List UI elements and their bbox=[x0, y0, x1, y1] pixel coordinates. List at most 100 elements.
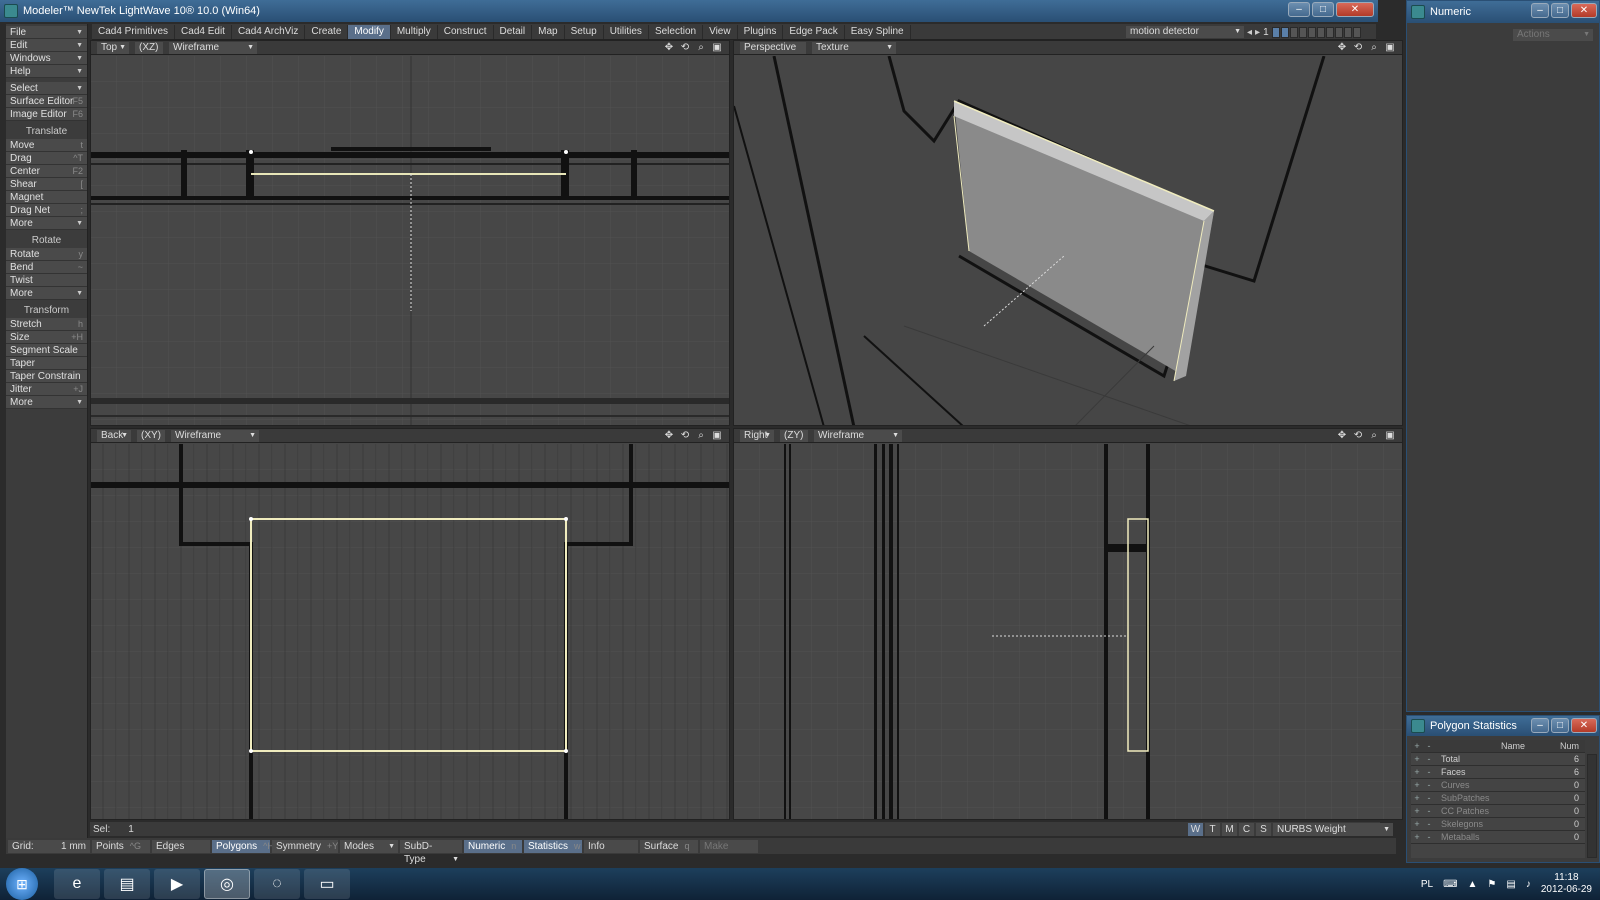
numeric-close-button[interactable]: ✕ bbox=[1571, 3, 1597, 18]
tab-setup[interactable]: Setup bbox=[565, 24, 604, 39]
remove-icon[interactable]: - bbox=[1423, 779, 1435, 791]
add-icon[interactable]: + bbox=[1411, 831, 1423, 843]
tab-cad4-primitives[interactable]: Cad4 Primitives bbox=[92, 24, 176, 39]
move-view-icon[interactable]: ✥ bbox=[1336, 430, 1348, 442]
layer-box[interactable] bbox=[1343, 26, 1352, 38]
tab-construct[interactable]: Construct bbox=[438, 24, 494, 39]
show-hidden-icons[interactable]: ▲ bbox=[1468, 879, 1478, 890]
w-toggle[interactable]: W bbox=[1188, 822, 1203, 836]
layer-prev-icon[interactable]: ◂ bbox=[1247, 27, 1252, 38]
top-view-canvas[interactable] bbox=[91, 56, 730, 426]
render-mode-select[interactable]: Wireframe bbox=[169, 41, 257, 54]
numeric-actions-select[interactable]: Actions bbox=[1513, 29, 1593, 41]
volume-icon[interactable]: ♪ bbox=[1526, 879, 1531, 890]
layer-box[interactable] bbox=[1325, 26, 1334, 38]
move-view-icon[interactable]: ✥ bbox=[1336, 42, 1348, 54]
symmetry-button[interactable]: Symmetry +Y bbox=[272, 839, 338, 853]
transform-more-button[interactable]: More bbox=[6, 396, 87, 409]
translate-drag-button[interactable]: Drag ^T bbox=[6, 152, 87, 165]
remove-icon[interactable]: - bbox=[1423, 831, 1435, 843]
maximize-view-icon[interactable]: ▣ bbox=[1384, 430, 1396, 442]
tab-cad4-edit[interactable]: Cad4 Edit bbox=[175, 24, 232, 39]
info-button[interactable]: Info bbox=[584, 839, 638, 853]
polygons-button[interactable]: Polygons ^H bbox=[212, 839, 274, 853]
stats-row[interactable]: + - Curves 0 bbox=[1411, 779, 1585, 792]
layer-box[interactable] bbox=[1334, 26, 1343, 38]
transform-jitter-button[interactable]: Jitter +J bbox=[6, 383, 87, 396]
viewport-right[interactable]: Right (ZY) Wireframe ✥ ⟲ ⌕ ▣ bbox=[733, 428, 1403, 820]
explorer-icon[interactable]: ▤ bbox=[104, 869, 150, 899]
vmap-select[interactable]: NURBS Weight bbox=[1273, 822, 1393, 836]
tool-surface-editor-button[interactable]: Surface Editor F5 bbox=[6, 95, 87, 108]
statistics-button[interactable]: Statistics w bbox=[524, 839, 582, 853]
keyboard-icon[interactable]: ⌨ bbox=[1443, 879, 1457, 890]
c-toggle[interactable]: C bbox=[1239, 822, 1254, 836]
viewport-top[interactable]: Top (XZ) Wireframe ✥ ⟲ ⌕ ▣ bbox=[90, 40, 730, 426]
tab-create[interactable]: Create bbox=[305, 24, 349, 39]
tab-edge-pack[interactable]: Edge Pack bbox=[783, 24, 845, 39]
stats-scrollbar[interactable] bbox=[1587, 754, 1597, 858]
stats-row[interactable]: + - Total 6 bbox=[1411, 753, 1585, 766]
perspective-canvas[interactable] bbox=[734, 56, 1403, 426]
render-mode-select[interactable]: Wireframe bbox=[814, 429, 902, 442]
ie-icon[interactable]: e bbox=[54, 869, 100, 899]
stats-row[interactable]: + - Faces 6 bbox=[1411, 766, 1585, 779]
tab-view[interactable]: View bbox=[703, 24, 738, 39]
translate-magnet-button[interactable]: Magnet bbox=[6, 191, 87, 204]
transform-stretch-button[interactable]: Stretch h bbox=[6, 318, 87, 331]
modes-button[interactable]: Modes bbox=[340, 839, 398, 853]
layer-select[interactable]: motion detector bbox=[1126, 26, 1244, 38]
clock[interactable]: 11:18 2012-06-29 bbox=[1541, 872, 1592, 896]
remove-icon[interactable]: - bbox=[1423, 818, 1435, 830]
layer-box[interactable] bbox=[1271, 26, 1280, 38]
rotate-view-icon[interactable]: ⟲ bbox=[1352, 42, 1364, 54]
numeric-minimize-button[interactable]: – bbox=[1531, 3, 1549, 18]
stats-close-button[interactable]: ✕ bbox=[1571, 718, 1597, 733]
zoom-view-icon[interactable]: ⌕ bbox=[695, 42, 707, 54]
numeric-maximize-button[interactable]: □ bbox=[1551, 3, 1569, 18]
zoom-view-icon[interactable]: ⌕ bbox=[695, 430, 707, 442]
axis-select[interactable]: (ZY) bbox=[780, 429, 808, 454]
move-view-icon[interactable]: ✥ bbox=[663, 430, 675, 442]
view-type-select[interactable]: Right bbox=[740, 429, 774, 442]
remove-icon[interactable]: - bbox=[1423, 753, 1435, 765]
rotate-bend-button[interactable]: Bend ~ bbox=[6, 261, 87, 274]
render-mode-select[interactable]: Wireframe bbox=[171, 429, 259, 442]
layer-box[interactable] bbox=[1289, 26, 1298, 38]
maximize-view-icon[interactable]: ▣ bbox=[1384, 42, 1396, 54]
maximize-view-icon[interactable]: ▣ bbox=[711, 430, 723, 442]
make-button[interactable]: Make bbox=[700, 839, 758, 853]
maximize-view-icon[interactable]: ▣ bbox=[711, 42, 723, 54]
stats-maximize-button[interactable]: □ bbox=[1551, 718, 1569, 733]
numeric-button[interactable]: Numeric n bbox=[464, 839, 522, 853]
edges-button[interactable]: Edges bbox=[152, 839, 210, 853]
add-icon[interactable]: + bbox=[1411, 753, 1423, 765]
stats-row[interactable]: + - CC Patches 0 bbox=[1411, 805, 1585, 818]
tool-select-button[interactable]: Select bbox=[6, 82, 87, 95]
translate-more-button[interactable]: More bbox=[6, 217, 87, 230]
add-icon[interactable]: + bbox=[1411, 779, 1423, 791]
menu-windows[interactable]: Windows bbox=[6, 52, 87, 65]
layer-box[interactable] bbox=[1280, 26, 1289, 38]
add-icon[interactable]: + bbox=[1411, 805, 1423, 817]
menu-file[interactable]: File bbox=[6, 26, 87, 39]
stats-row[interactable]: + - SubPatches 0 bbox=[1411, 792, 1585, 805]
axis-select[interactable]: (XZ) bbox=[135, 41, 163, 66]
zoom-view-icon[interactable]: ⌕ bbox=[1368, 430, 1380, 442]
view-type-select[interactable]: Back bbox=[97, 429, 131, 442]
layer-box[interactable] bbox=[1316, 26, 1325, 38]
points-button[interactable]: Points ^G bbox=[92, 839, 150, 853]
lightwave-icon[interactable]: ◎ bbox=[204, 869, 250, 899]
rotate-view-icon[interactable]: ⟲ bbox=[679, 430, 691, 442]
tab-multiply[interactable]: Multiply bbox=[391, 24, 438, 39]
transform-taper-button[interactable]: Taper bbox=[6, 357, 87, 370]
translate-drag-net-button[interactable]: Drag Net; bbox=[6, 204, 87, 217]
viewport-perspective[interactable]: Perspective Texture ✥ ⟲ ⌕ ▣ bbox=[733, 40, 1403, 426]
stats-minimize-button[interactable]: – bbox=[1531, 718, 1549, 733]
subd-type-button[interactable]: SubD-Type bbox=[400, 839, 462, 866]
view-type-select[interactable]: Perspective bbox=[740, 41, 806, 66]
translate-move-button[interactable]: Move t bbox=[6, 139, 87, 152]
tab-detail[interactable]: Detail bbox=[494, 24, 533, 39]
menu-edit[interactable]: Edit bbox=[6, 39, 87, 52]
zoom-view-icon[interactable]: ⌕ bbox=[1368, 42, 1380, 54]
